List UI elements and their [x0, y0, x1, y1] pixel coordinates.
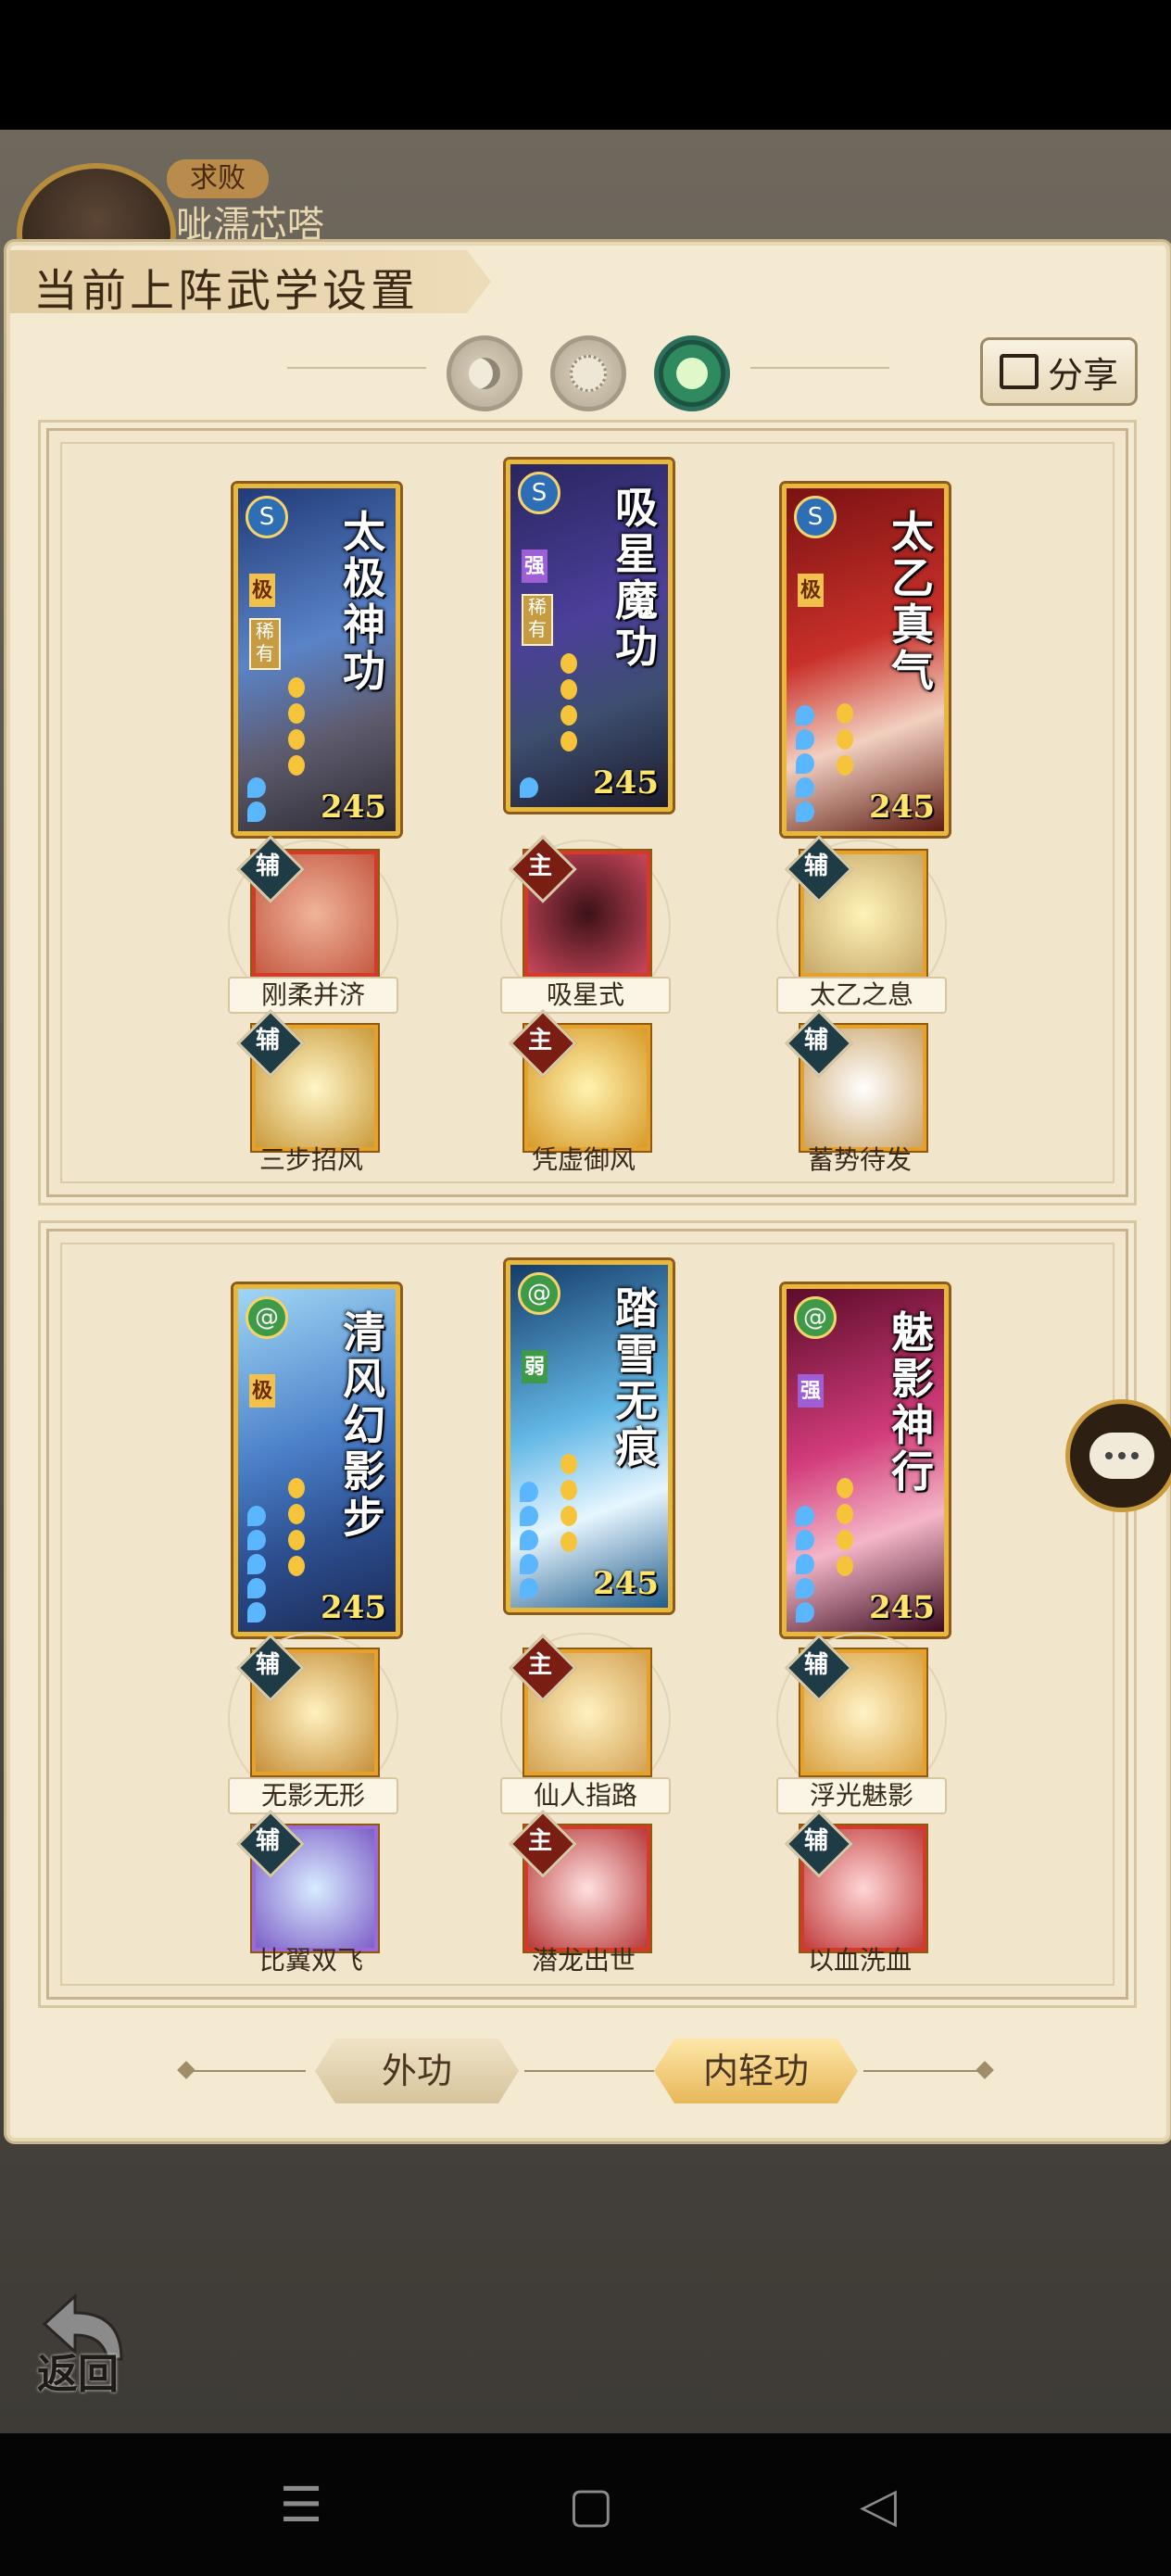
spiral-icon: S — [794, 496, 837, 538]
divider-left — [287, 367, 426, 369]
card-name: 清风幻影步 — [343, 1307, 385, 1543]
card-value: 245 — [593, 1565, 659, 1602]
rarity-tag: 稀有 — [522, 594, 553, 646]
skill-type-label: 主 — [527, 1651, 552, 1679]
swirl-icon: @ — [518, 1272, 560, 1315]
back-triangle-icon[interactable]: ◁ — [841, 2478, 915, 2533]
tab-outer-skill[interactable]: 外功 — [315, 2039, 519, 2103]
skill-label: 蓄势待发 — [807, 1144, 912, 1175]
martial-card-1[interactable]: S 极 稀有 太极神功 245 — [233, 484, 400, 836]
skill-type-label: 辅 — [255, 1827, 280, 1855]
skill-label: 无影无形 — [228, 1777, 398, 1814]
water-drops-icon — [796, 701, 818, 822]
skill-type-label: 辅 — [255, 1027, 280, 1054]
card-name: 踏雪无痕 — [615, 1283, 658, 1472]
menu-icon[interactable]: ☰ — [264, 2478, 338, 2533]
moon-icon — [469, 358, 500, 389]
skill-type-label: 辅 — [255, 1651, 280, 1679]
tab-inner-light-skill[interactable]: 内轻功 — [654, 2039, 858, 2103]
sun-icon — [570, 355, 607, 392]
page-title: 当前上阵武学设置 — [33, 265, 420, 317]
share-label: 分享 — [1047, 354, 1118, 396]
card-name: 太乙真气 — [891, 507, 934, 696]
spiral-icon: S — [246, 496, 288, 538]
martial-card-6[interactable]: @ 强 魅影神行 245 — [782, 1284, 949, 1636]
card-name: 吸星魔功 — [615, 483, 658, 672]
status-bar — [0, 0, 1171, 130]
flame-icons — [837, 1472, 857, 1576]
share-button[interactable]: 分享 — [980, 337, 1138, 406]
swirl-icon: @ — [794, 1296, 837, 1339]
sun-mode-toggle[interactable] — [550, 335, 626, 411]
card-name: 太极神功 — [343, 507, 385, 696]
martial-card-2[interactable]: S 强 稀有 吸星魔功 245 — [506, 460, 673, 812]
flame-icons — [560, 648, 581, 751]
skill-label: 吸星式 — [500, 977, 671, 1014]
tab-divider-middle — [524, 2070, 654, 2072]
jade-icon — [676, 358, 708, 389]
skill-type-label: 辅 — [803, 852, 828, 880]
chat-icon — [1089, 1433, 1154, 1479]
skill-label: 以血洗血 — [807, 1945, 912, 1976]
skill-label: 凭虚御风 — [531, 1144, 636, 1175]
water-drops-icon — [796, 1502, 818, 1623]
grade-badge: 强 — [798, 1374, 824, 1408]
swirl-icon: @ — [246, 1296, 288, 1339]
skill-label: 比翼双飞 — [258, 1945, 363, 1976]
card-name: 魅影神行 — [891, 1307, 934, 1496]
water-drops-icon — [247, 774, 270, 822]
flame-icons — [560, 1448, 581, 1552]
tab-divider-right — [863, 2070, 984, 2072]
skill-type-label: 主 — [527, 1827, 552, 1855]
skill-type-label: 主 — [527, 1027, 552, 1054]
card-value: 245 — [869, 1589, 935, 1626]
flame-icons — [288, 672, 308, 776]
moon-mode-toggle[interactable] — [447, 335, 523, 411]
skill-label: 潜龙出世 — [531, 1945, 636, 1976]
divider-right — [750, 367, 889, 369]
skill-label: 仙人指路 — [500, 1777, 671, 1814]
martial-card-5[interactable]: @ 弱 踏雪无痕 245 — [506, 1260, 673, 1612]
flame-icons — [837, 698, 857, 776]
spiral-icon: S — [518, 472, 560, 514]
card-value: 245 — [321, 1589, 386, 1626]
skill-type-label: 辅 — [803, 1827, 828, 1855]
skill-label: 刚柔并济 — [228, 977, 398, 1014]
martial-card-3[interactable]: S 极 太乙真气 245 — [782, 484, 949, 836]
skill-label: 浮光魅影 — [776, 1777, 947, 1814]
skill-label: 太乙之息 — [776, 977, 947, 1014]
grade-badge: 弱 — [522, 1350, 548, 1383]
home-square-icon[interactable]: ▢ — [554, 2478, 628, 2533]
player-title-badge: 求败 — [167, 159, 269, 198]
card-value: 245 — [321, 789, 386, 826]
grade-badge: 极 — [249, 574, 275, 607]
water-drops-icon — [520, 774, 542, 798]
share-icon — [999, 354, 1039, 389]
tab-divider-left — [185, 2070, 306, 2072]
skill-type-label: 辅 — [803, 1027, 828, 1054]
skill-type-label: 主 — [527, 852, 552, 880]
flame-icons — [288, 1472, 308, 1576]
water-drops-icon — [520, 1478, 542, 1598]
chat-button[interactable] — [1065, 1399, 1171, 1512]
card-value: 245 — [593, 764, 659, 802]
grade-badge: 极 — [249, 1374, 275, 1408]
skill-type-label: 辅 — [803, 1651, 828, 1679]
back-label[interactable]: 返回 — [37, 2341, 119, 2400]
grade-badge: 极 — [798, 574, 824, 607]
skill-type-label: 辅 — [255, 852, 280, 880]
rarity-tag: 稀有 — [249, 618, 281, 670]
grade-badge: 强 — [522, 549, 548, 583]
martial-card-4[interactable]: @ 极 清风幻影步 245 — [233, 1284, 400, 1636]
skill-label: 三步招风 — [258, 1144, 363, 1175]
water-drops-icon — [247, 1502, 270, 1623]
jade-mode-toggle[interactable] — [654, 335, 730, 411]
card-value: 245 — [869, 789, 935, 826]
